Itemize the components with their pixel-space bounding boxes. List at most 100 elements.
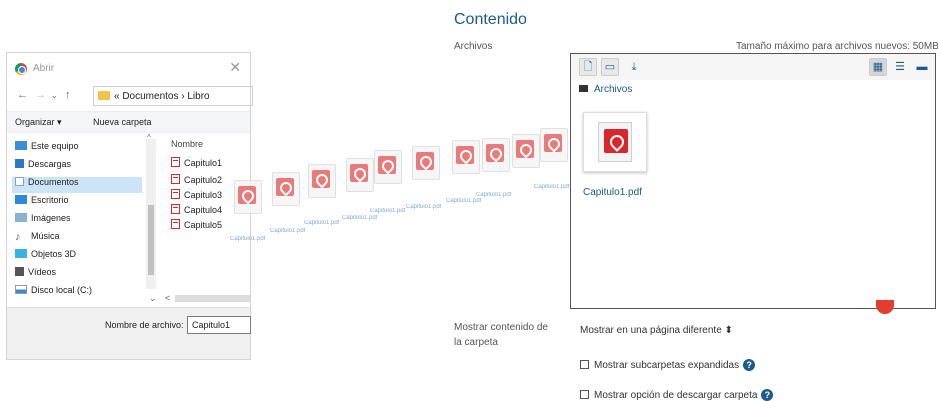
dragged-pdf-icon [412,146,440,180]
organize-button[interactable]: Organizar ▾ [15,117,62,128]
nav-item-music[interactable]: ♪ Música [15,231,60,247]
back-icon[interactable]: ← [17,89,28,101]
upload-indicator [876,300,894,314]
nav-item-local-disk[interactable]: Disco local (C:) [15,285,92,301]
address-bar[interactable]: « Documentos › Libro [93,86,253,106]
scroll-up-icon[interactable]: ^ [147,133,151,142]
nav-item-this-pc[interactable]: Este equipo [15,141,79,157]
list-view-icon[interactable]: ☰ [891,58,909,76]
file-picker-toolbar: 🗋 ▭ ⤓ ▦ ☰ ▬ [571,54,935,80]
open-file-dialog: Abrir ✕ ← → ⌄ ↑ « Documentos › Libro Org… [6,52,253,360]
pictures-icon [15,213,27,222]
hscroll-track[interactable] [175,295,250,302]
drag-label: Capitulo1.pdf [406,204,442,210]
file-item[interactable]: Capitulo4 [171,204,222,215]
pdf-icon [171,204,180,214]
breadcrumb: « Documentos › Libro [114,91,210,102]
drag-label: Capitulo1.pdf [270,228,306,234]
dragged-pdf-icon [374,150,402,184]
chevron-down-icon[interactable]: ⌄ [149,293,157,304]
download-folder-label: Mostrar opción de descargar carpeta [594,390,758,401]
add-file-icon[interactable]: 🗋 [579,58,597,76]
drag-label: Capitulo1.pdf [534,184,570,190]
dragged-pdf-icon [272,172,300,206]
drive-icon [15,285,27,294]
filename-label: Nombre de archivo: [105,320,184,330]
help-icon[interactable]: ? [743,359,756,371]
dialog-navbar: ← → ⌄ ↑ « Documentos › Libro [7,83,253,109]
dragged-pdf-icon [482,138,510,172]
drag-label: Capitulo1.pdf [370,208,406,214]
file-picker[interactable]: 🗋 ▭ ⤓ ▦ ☰ ▬ Archivos Capitulo1.pdf [570,53,936,309]
subfolders-checkbox[interactable] [580,360,589,369]
display-contents-label: Mostrar contenido de la carpeta [454,322,548,348]
pdf-icon [171,157,180,167]
computer-icon [15,141,27,150]
up-icon[interactable]: ↑ [65,89,71,101]
scroll-thumb[interactable] [148,205,154,275]
desktop-icon [15,195,27,204]
nav-item-pictures[interactable]: Imágenes [15,213,71,229]
cube-icon [15,249,27,258]
history-dropdown-icon[interactable]: ⌄ [51,91,58,100]
nav-item-videos[interactable]: Vídeos [15,267,56,283]
pdf-icon [171,189,180,199]
subfolders-checkbox-row[interactable]: Mostrar subcarpetas expandidas? [580,359,756,371]
uploaded-file-thumbnail[interactable] [583,112,647,172]
drag-label: Capitulo1.pdf [446,198,482,204]
dragged-pdf-icon [346,158,374,192]
drag-label: Capitulo1.pdf [304,220,340,226]
pdf-icon [598,122,632,162]
folder-icon [579,85,588,92]
new-folder-button[interactable]: Nueva carpeta [93,117,152,127]
nav-item-3d-objects[interactable]: Objetos 3D [15,249,76,265]
folder-icon [98,91,110,100]
dialog-bottom-bar: Nombre de archivo: Capitulo1 [7,307,251,359]
max-size-text: Tamaño máximo para archivos nuevos: 50MB [736,41,938,52]
close-icon[interactable]: ✕ [229,59,241,76]
pdf-icon [171,219,180,229]
grid-view-icon[interactable]: ▦ [869,58,887,76]
files-label: Archivos [454,41,493,52]
tree-view-icon[interactable]: ▬ [913,58,931,76]
section-title: Contenido [454,11,527,28]
dragged-pdf-icon [308,164,336,198]
video-icon [15,267,24,276]
horizontal-scrollbar[interactable]: ⌄ < [145,293,252,305]
file-item[interactable]: Capitulo2 [171,174,222,185]
file-picker-path[interactable]: Archivos [579,84,632,95]
pdf-icon [171,174,180,184]
dialog-toolbar: Organizar ▾ Nueva carpeta [7,111,250,133]
chrome-icon [15,63,27,75]
subfolders-label: Mostrar subcarpetas expandidas [594,360,740,371]
help-icon[interactable]: ? [761,389,774,401]
drag-label: Capitulo1.pdf [230,236,266,242]
filename-input[interactable]: Capitulo1 [187,316,251,334]
music-icon: ♪ [15,231,21,243]
navigation-pane: Este equipo Descargas Documentos Escrito… [7,135,145,303]
nav-item-documents[interactable]: Documentos [12,177,142,193]
download-folder-checkbox[interactable] [580,390,589,399]
download-icon [15,159,24,168]
file-item[interactable]: Capitulo5 [171,219,222,230]
forward-icon[interactable]: → [35,89,46,101]
download-checkbox-row[interactable]: Mostrar opción de descargar carpeta? [580,389,774,401]
nav-item-downloads[interactable]: Descargas [15,159,71,175]
uploaded-file-name[interactable]: Capitulo1.pdf [583,187,642,198]
file-item[interactable]: Capitulo3 [171,189,222,200]
dragged-pdf-icon [540,128,568,162]
column-header-name[interactable]: Nombre [171,139,203,149]
new-folder-icon[interactable]: ▭ [601,58,619,76]
nav-item-desktop[interactable]: Escritorio [15,195,69,211]
download-icon[interactable]: ⤓ [625,58,643,76]
display-select[interactable]: Mostrar en una página diferente ⬍ [580,325,733,336]
dragged-pdf-icon [452,140,480,174]
scroll-left-icon[interactable]: < [165,293,170,303]
file-item[interactable]: Capitulo1 [171,157,222,168]
drag-label: Capitulo1.pdf [342,215,378,221]
drag-label: Capitulo1.pdf [476,192,512,198]
nav-scrollbar[interactable]: ^ [146,133,156,289]
document-icon [15,177,24,186]
dragged-pdf-icon [512,134,540,168]
dialog-titlebar: Abrir ✕ [7,53,250,83]
